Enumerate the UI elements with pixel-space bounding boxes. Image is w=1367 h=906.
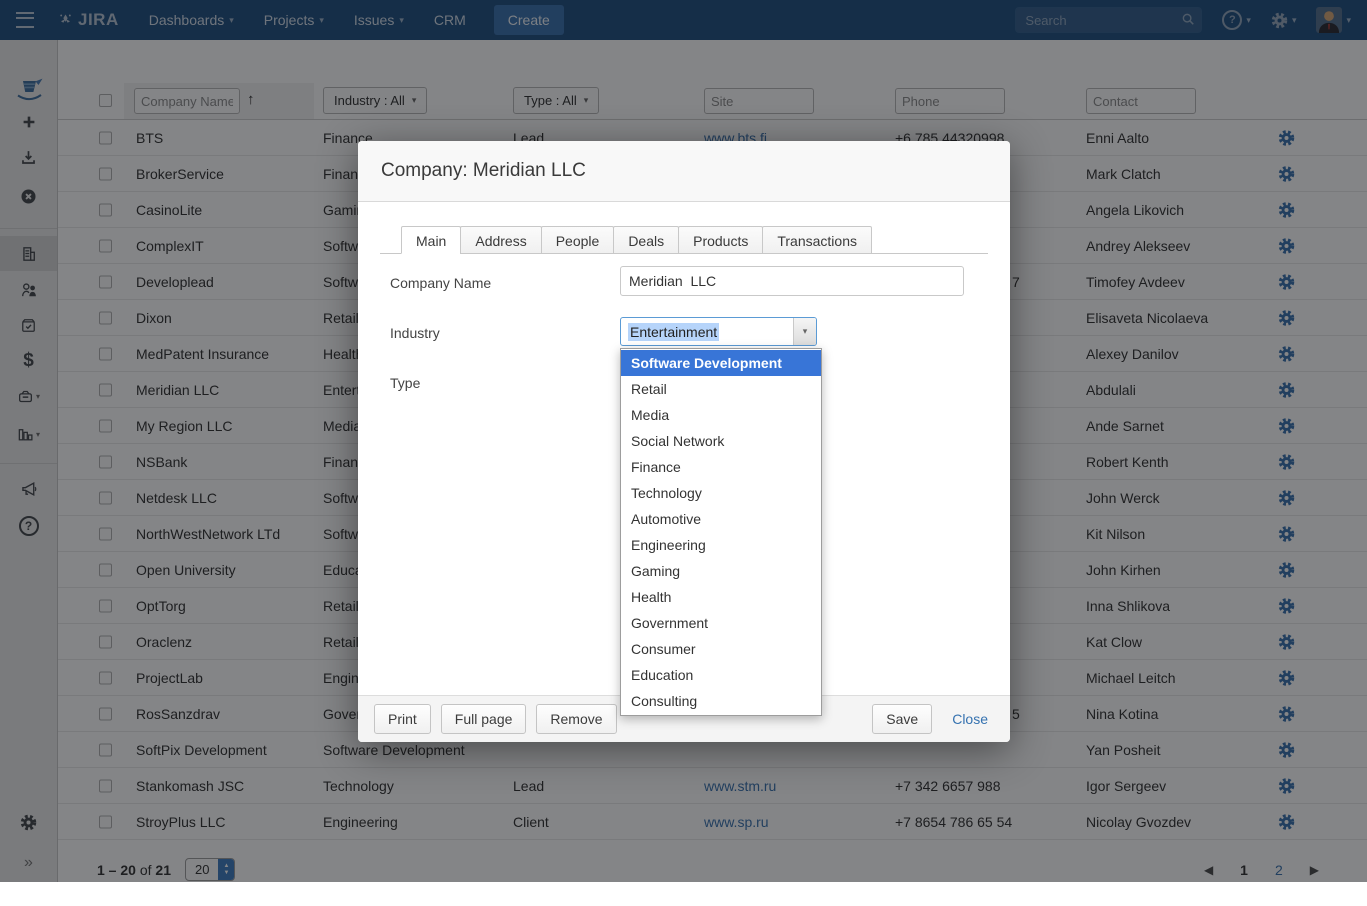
dialog-title: Company: Meridian LLC [381,160,586,182]
tab-deals[interactable]: Deals [613,226,679,254]
tab-people[interactable]: People [541,226,615,254]
dropdown-option-education[interactable]: Education [621,662,821,688]
tab-transactions[interactable]: Transactions [762,226,872,254]
dropdown-option-software-development[interactable]: Software Development [621,350,821,376]
dropdown-option-finance[interactable]: Finance [621,454,821,480]
chevron-down-icon: ▾ [793,318,816,345]
tab-address[interactable]: Address [460,226,541,254]
dialog-tabs: MainAddressPeopleDealsProductsTransactio… [380,225,988,254]
dropdown-option-media[interactable]: Media [621,402,821,428]
dropdown-option-consumer[interactable]: Consumer [621,636,821,662]
dropdown-option-gaming[interactable]: Gaming [621,558,821,584]
company-name-label: Company Name [390,275,491,291]
dropdown-option-technology[interactable]: Technology [621,480,821,506]
dialog-body: MainAddressPeopleDealsProductsTransactio… [358,202,1010,695]
industry-selected-value: Entertainment [628,323,719,341]
tab-main[interactable]: Main [401,226,461,254]
save-button[interactable]: Save [872,704,932,734]
close-link[interactable]: Close [946,710,994,728]
type-label: Type [390,375,420,391]
print-button[interactable]: Print [374,704,431,734]
dropdown-option-retail[interactable]: Retail [621,376,821,402]
industry-label: Industry [390,325,440,341]
crm-companies-page: JIRA Dashboards▾Projects▾Issues▾CRM Crea… [0,0,1367,882]
company-dialog: Company: Meridian LLC MainAddressPeopleD… [358,141,1010,742]
dropdown-option-consulting[interactable]: Consulting [621,688,821,714]
tab-products[interactable]: Products [678,226,763,254]
industry-dropdown-list: Software DevelopmentRetailMediaSocial Ne… [620,348,822,716]
dropdown-option-automotive[interactable]: Automotive [621,506,821,532]
dialog-header: Company: Meridian LLC [358,141,1010,202]
dropdown-option-social-network[interactable]: Social Network [621,428,821,454]
dropdown-option-government[interactable]: Government [621,610,821,636]
dropdown-option-health[interactable]: Health [621,584,821,610]
full-page-button[interactable]: Full page [441,704,527,734]
company-name-field[interactable] [620,266,964,296]
industry-select[interactable]: Entertainment ▾ [620,317,817,346]
remove-button[interactable]: Remove [536,704,616,734]
dropdown-option-engineering[interactable]: Engineering [621,532,821,558]
